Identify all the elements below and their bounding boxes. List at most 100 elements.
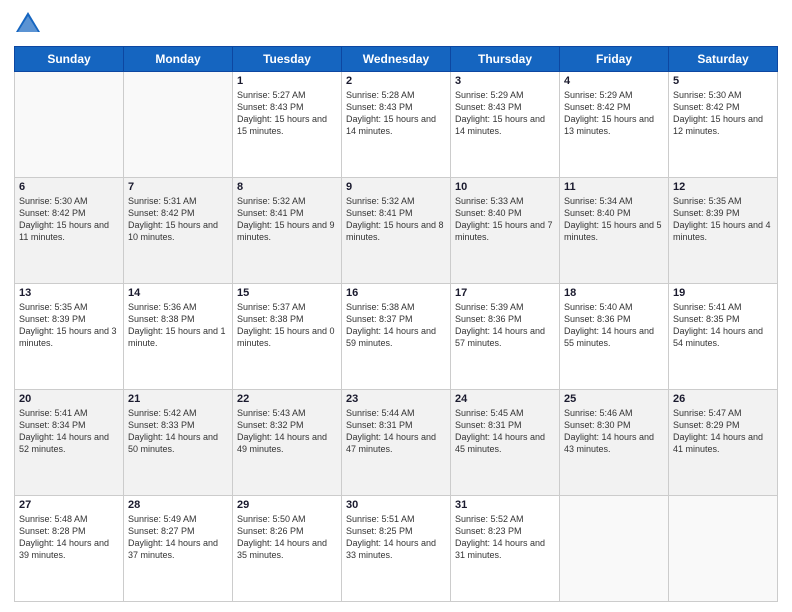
weekday-header-sunday: Sunday (15, 47, 124, 72)
calendar-week-row: 20 Sunrise: 5:41 AMSunset: 8:34 PMDayligh… (15, 390, 778, 496)
day-number: 9 (346, 181, 446, 193)
cell-info: Sunrise: 5:43 AMSunset: 8:32 PMDaylight:… (237, 407, 337, 456)
calendar-cell: 1Sunrise: 5:27 AMSunset: 8:43 PMDaylight… (233, 72, 342, 178)
calendar-cell: 20 Sunrise: 5:41 AMSunset: 8:34 PMDayligh… (15, 390, 124, 496)
cell-info: Sunrise: 5:50 AMSunset: 8:26 PMDaylight:… (237, 513, 337, 562)
calendar-cell: 14 Sunrise: 5:36 AMSunset: 8:38 PMDayligh… (124, 284, 233, 390)
day-number: 5 (673, 75, 773, 87)
calendar-week-row: 27Sunrise: 5:48 AMSunset: 8:28 PMDayligh… (15, 496, 778, 602)
cell-info: Sunrise: 5:38 AMSunset: 8:37 PMDaylight:… (346, 301, 446, 350)
day-number: 12 (673, 181, 773, 193)
calendar-cell: 19 Sunrise: 5:41 AMSunset: 8:35 PMDayligh… (669, 284, 778, 390)
weekday-header-monday: Monday (124, 47, 233, 72)
calendar-cell: 12 Sunrise: 5:35 AMSunset: 8:39 PMDayligh… (669, 178, 778, 284)
cell-info: Sunrise: 5:36 AMSunset: 8:38 PMDaylight:… (128, 301, 228, 350)
calendar-cell: 15 Sunrise: 5:37 AMSunset: 8:38 PMDayligh… (233, 284, 342, 390)
calendar-cell: 27Sunrise: 5:48 AMSunset: 8:28 PMDayligh… (15, 496, 124, 602)
cell-info: Sunrise: 5:37 AMSunset: 8:38 PMDaylight:… (237, 301, 337, 350)
cell-info: Sunrise: 5:51 AMSunset: 8:25 PMDaylight:… (346, 513, 446, 562)
calendar-cell: 28Sunrise: 5:49 AMSunset: 8:27 PMDayligh… (124, 496, 233, 602)
header (14, 10, 778, 38)
calendar-cell (15, 72, 124, 178)
calendar-cell: 26 Sunrise: 5:47 AMSunset: 8:29 PMDayligh… (669, 390, 778, 496)
cell-info: Sunrise: 5:31 AMSunset: 8:42 PMDaylight:… (128, 195, 228, 244)
cell-info: Sunrise: 5:30 AMSunset: 8:42 PMDaylight:… (673, 89, 773, 138)
logo-icon (14, 10, 42, 38)
calendar-cell: 16 Sunrise: 5:38 AMSunset: 8:37 PMDayligh… (342, 284, 451, 390)
calendar-cell (560, 496, 669, 602)
logo (14, 10, 46, 38)
day-number: 8 (237, 181, 337, 193)
calendar-week-row: 1Sunrise: 5:27 AMSunset: 8:43 PMDaylight… (15, 72, 778, 178)
cell-info: Sunrise: 5:28 AMSunset: 8:43 PMDaylight:… (346, 89, 446, 138)
cell-info: Sunrise: 5:39 AMSunset: 8:36 PMDaylight:… (455, 301, 555, 350)
day-number: 20 (19, 393, 119, 405)
calendar-cell: 17 Sunrise: 5:39 AMSunset: 8:36 PMDayligh… (451, 284, 560, 390)
day-number: 18 (564, 287, 664, 299)
day-number: 25 (564, 393, 664, 405)
calendar-cell: 29 Sunrise: 5:50 AMSunset: 8:26 PMDayligh… (233, 496, 342, 602)
cell-info: Sunrise: 5:29 AMSunset: 8:42 PMDaylight:… (564, 89, 664, 138)
calendar-table: SundayMondayTuesdayWednesdayThursdayFrid… (14, 46, 778, 602)
day-number: 26 (673, 393, 773, 405)
cell-info: Sunrise: 5:34 AMSunset: 8:40 PMDaylight:… (564, 195, 664, 244)
cell-info: Sunrise: 5:33 AMSunset: 8:40 PMDaylight:… (455, 195, 555, 244)
day-number: 2 (346, 75, 446, 87)
day-number: 13 (19, 287, 119, 299)
day-number: 28 (128, 499, 228, 511)
cell-info: Sunrise: 5:27 AMSunset: 8:43 PMDaylight:… (237, 89, 337, 138)
page: SundayMondayTuesdayWednesdayThursdayFrid… (0, 0, 792, 612)
weekday-header-thursday: Thursday (451, 47, 560, 72)
day-number: 24 (455, 393, 555, 405)
day-number: 14 (128, 287, 228, 299)
calendar-cell: 30Sunrise: 5:51 AMSunset: 8:25 PMDayligh… (342, 496, 451, 602)
day-number: 23 (346, 393, 446, 405)
calendar-cell: 6Sunrise: 5:30 AMSunset: 8:42 PMDaylight… (15, 178, 124, 284)
calendar-cell: 23 Sunrise: 5:44 AMSunset: 8:31 PMDayligh… (342, 390, 451, 496)
calendar-cell: 31 Sunrise: 5:52 AMSunset: 8:23 PMDayligh… (451, 496, 560, 602)
cell-info: Sunrise: 5:29 AMSunset: 8:43 PMDaylight:… (455, 89, 555, 138)
calendar-cell: 7 Sunrise: 5:31 AMSunset: 8:42 PMDaylight… (124, 178, 233, 284)
day-number: 7 (128, 181, 228, 193)
day-number: 29 (237, 499, 337, 511)
calendar-cell: 4 Sunrise: 5:29 AMSunset: 8:42 PMDaylight… (560, 72, 669, 178)
calendar-cell (669, 496, 778, 602)
day-number: 3 (455, 75, 555, 87)
day-number: 4 (564, 75, 664, 87)
calendar-cell: 11Sunrise: 5:34 AMSunset: 8:40 PMDayligh… (560, 178, 669, 284)
calendar-cell: 25 Sunrise: 5:46 AMSunset: 8:30 PMDayligh… (560, 390, 669, 496)
weekday-header-tuesday: Tuesday (233, 47, 342, 72)
calendar-cell (124, 72, 233, 178)
cell-info: Sunrise: 5:30 AMSunset: 8:42 PMDaylight:… (19, 195, 119, 244)
cell-info: Sunrise: 5:52 AMSunset: 8:23 PMDaylight:… (455, 513, 555, 562)
calendar-cell: 13 Sunrise: 5:35 AMSunset: 8:39 PMDayligh… (15, 284, 124, 390)
calendar-cell: 5 Sunrise: 5:30 AMSunset: 8:42 PMDaylight… (669, 72, 778, 178)
day-number: 19 (673, 287, 773, 299)
calendar-cell: 2 Sunrise: 5:28 AMSunset: 8:43 PMDaylight… (342, 72, 451, 178)
weekday-header-friday: Friday (560, 47, 669, 72)
cell-info: Sunrise: 5:35 AMSunset: 8:39 PMDaylight:… (19, 301, 119, 350)
calendar-cell: 3 Sunrise: 5:29 AMSunset: 8:43 PMDaylight… (451, 72, 560, 178)
day-number: 15 (237, 287, 337, 299)
calendar-cell: 8 Sunrise: 5:32 AMSunset: 8:41 PMDaylight… (233, 178, 342, 284)
cell-info: Sunrise: 5:40 AMSunset: 8:36 PMDaylight:… (564, 301, 664, 350)
cell-info: Sunrise: 5:48 AMSunset: 8:28 PMDaylight:… (19, 513, 119, 562)
weekday-header-row: SundayMondayTuesdayWednesdayThursdayFrid… (15, 47, 778, 72)
cell-info: Sunrise: 5:35 AMSunset: 8:39 PMDaylight:… (673, 195, 773, 244)
weekday-header-saturday: Saturday (669, 47, 778, 72)
calendar-header: SundayMondayTuesdayWednesdayThursdayFrid… (15, 47, 778, 72)
cell-info: Sunrise: 5:41 AMSunset: 8:34 PMDaylight:… (19, 407, 119, 456)
calendar-body: 1Sunrise: 5:27 AMSunset: 8:43 PMDaylight… (15, 72, 778, 602)
cell-info: Sunrise: 5:32 AMSunset: 8:41 PMDaylight:… (237, 195, 337, 244)
cell-info: Sunrise: 5:41 AMSunset: 8:35 PMDaylight:… (673, 301, 773, 350)
day-number: 16 (346, 287, 446, 299)
cell-info: Sunrise: 5:47 AMSunset: 8:29 PMDaylight:… (673, 407, 773, 456)
calendar-week-row: 13 Sunrise: 5:35 AMSunset: 8:39 PMDayligh… (15, 284, 778, 390)
day-number: 31 (455, 499, 555, 511)
cell-info: Sunrise: 5:46 AMSunset: 8:30 PMDaylight:… (564, 407, 664, 456)
calendar-week-row: 6Sunrise: 5:30 AMSunset: 8:42 PMDaylight… (15, 178, 778, 284)
cell-info: Sunrise: 5:44 AMSunset: 8:31 PMDaylight:… (346, 407, 446, 456)
day-number: 17 (455, 287, 555, 299)
day-number: 21 (128, 393, 228, 405)
weekday-header-wednesday: Wednesday (342, 47, 451, 72)
